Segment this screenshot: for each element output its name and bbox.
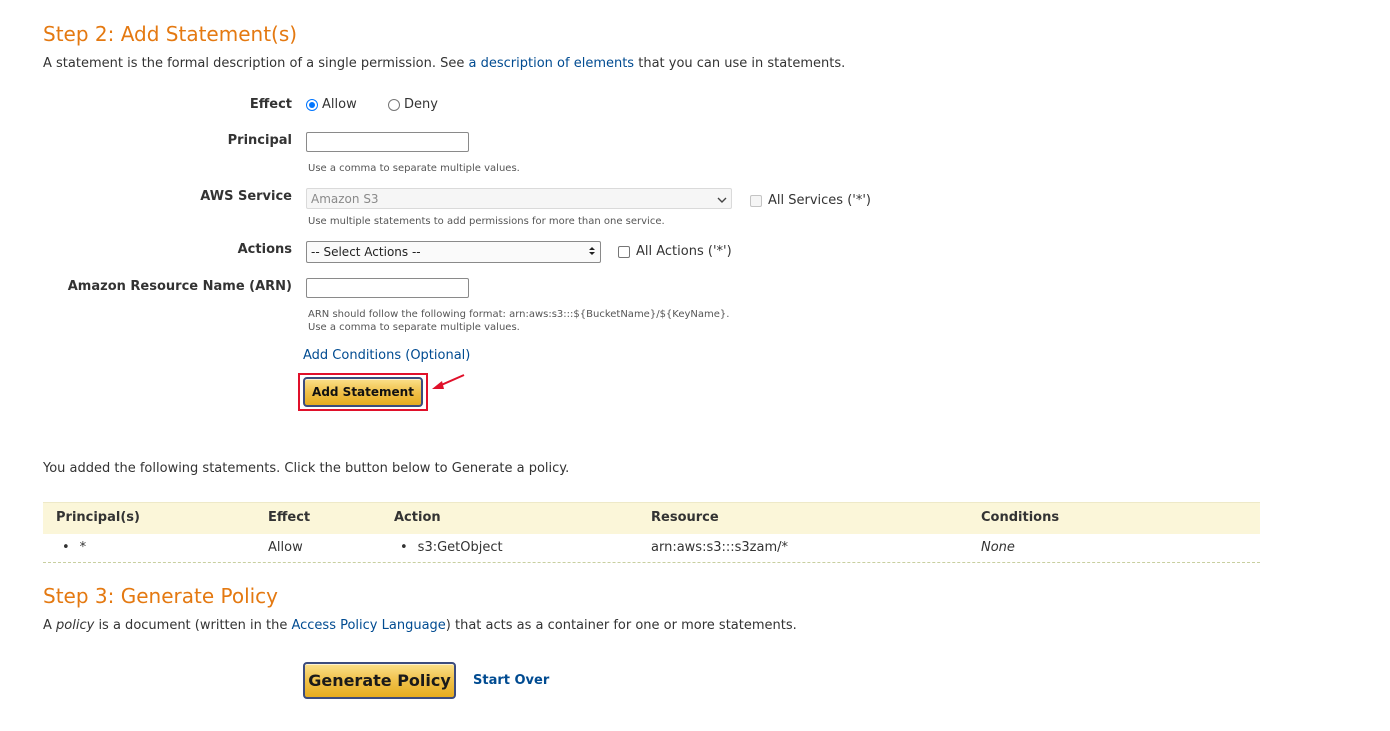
step2-desc-text-after: that you can use in statements.: [634, 56, 846, 71]
all-actions-option[interactable]: All Actions ('*'): [618, 244, 732, 259]
principal-hint: Use a comma to separate multiple values.: [308, 163, 520, 174]
header-principals: Principal(s): [56, 510, 140, 525]
effect-label: Effect: [249, 97, 292, 112]
principal-label: Principal: [227, 133, 292, 148]
start-over-link[interactable]: Start Over: [473, 673, 549, 688]
add-statement-button[interactable]: Add Statement: [303, 377, 423, 407]
table-divider: [43, 562, 1260, 563]
step2-desc-text: A statement is the formal description of…: [43, 56, 469, 71]
elements-description-link[interactable]: a description of elements: [469, 56, 635, 71]
header-effect: Effect: [268, 510, 311, 525]
actions-value: -- Select Actions --: [311, 245, 421, 259]
all-actions-label: All Actions ('*'): [636, 244, 732, 259]
step3-desc-b: is a document (written in the: [94, 618, 292, 633]
red-arrow-icon: [432, 374, 465, 389]
add-conditions-link[interactable]: Add Conditions (Optional): [303, 348, 470, 363]
effect-allow-option[interactable]: Allow: [306, 97, 357, 112]
policy-word: policy: [56, 618, 95, 633]
step2-title: Step 2: Add Statement(s): [43, 22, 298, 46]
chevron-down-icon: [717, 192, 727, 206]
arn-hint-format: ARN should follow the following format: …: [308, 309, 730, 320]
header-action: Action: [394, 510, 441, 525]
aws-service-label: AWS Service: [200, 189, 292, 204]
step3-desc-a: A: [43, 618, 57, 633]
access-policy-language-link[interactable]: Access Policy Language: [291, 618, 445, 633]
principal-input[interactable]: [306, 132, 469, 152]
aws-service-hint: Use multiple statements to add permissio…: [308, 216, 665, 227]
arn-hint-comma: Use a comma to separate multiple values.: [308, 322, 520, 333]
step2-description: A statement is the formal description of…: [43, 56, 845, 71]
all-actions-checkbox[interactable]: [618, 245, 630, 258]
arn-input[interactable]: [306, 278, 469, 298]
actions-label: Actions: [237, 242, 292, 257]
generate-policy-button[interactable]: Generate Policy: [303, 662, 456, 699]
step3-desc-c: ) that acts as a container for one or mo…: [445, 618, 797, 633]
arn-label: Amazon Resource Name (ARN): [67, 279, 292, 294]
row-conditions: None: [981, 540, 1015, 555]
step3-description: A policy is a document (written in the A…: [43, 618, 797, 633]
effect-deny-option[interactable]: Deny: [388, 97, 438, 112]
row-effect: Allow: [268, 540, 303, 555]
row-principal: *: [62, 540, 87, 555]
row-action: s3:GetObject: [400, 540, 503, 555]
all-services-label: All Services ('*'): [768, 193, 871, 208]
actions-select[interactable]: -- Select Actions --: [306, 241, 601, 263]
all-services-checkbox[interactable]: [750, 194, 762, 207]
statements-intro: You added the following statements. Clic…: [43, 461, 570, 476]
step3-title: Step 3: Generate Policy: [43, 584, 279, 608]
row-resource: arn:aws:s3:::s3zam/*: [651, 540, 789, 555]
aws-service-select[interactable]: Amazon S3: [306, 188, 732, 209]
header-conditions: Conditions: [981, 510, 1060, 525]
all-services-option[interactable]: All Services ('*'): [750, 193, 871, 208]
deny-label: Deny: [404, 97, 438, 112]
allow-label: Allow: [322, 97, 357, 112]
allow-radio[interactable]: [306, 98, 318, 111]
deny-radio[interactable]: [388, 98, 400, 111]
aws-service-value: Amazon S3: [311, 191, 379, 206]
header-resource: Resource: [651, 510, 719, 525]
sort-arrows-icon: [588, 245, 596, 259]
